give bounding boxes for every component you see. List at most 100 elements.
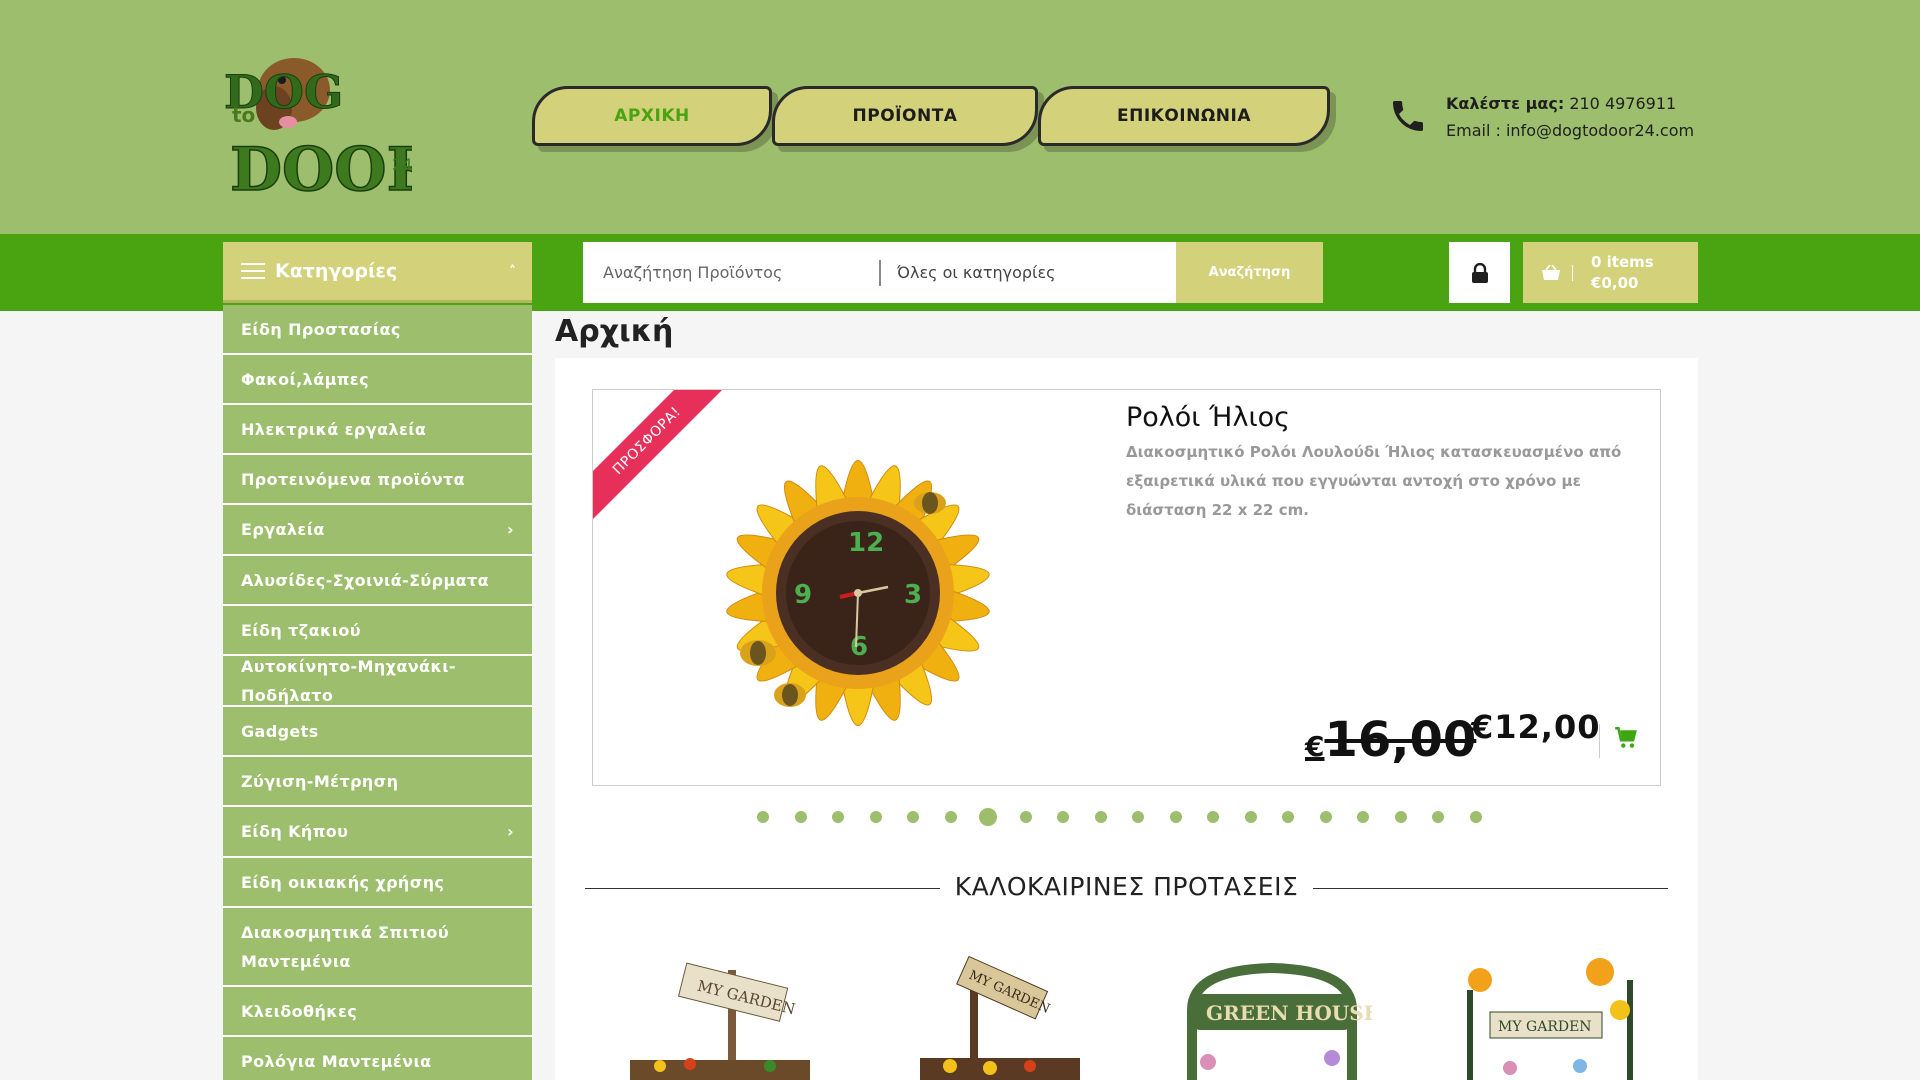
sidebar-item-label: Είδη Κήπου [241,822,349,841]
slider-dot[interactable] [1057,811,1069,823]
sidebar-item-gadgets[interactable]: Gadgets [223,707,532,757]
phone-icon [1393,101,1423,131]
sidebar-item-power-tools[interactable]: Ηλεκτρικά εργαλεία [223,405,532,455]
slider-dot[interactable] [1169,811,1182,823]
basket-icon [1542,264,1560,280]
slider-dot[interactable] [757,811,769,823]
slider-dot[interactable] [794,811,807,823]
sidebar-item-featured[interactable]: Προτεινόμενα προϊόντα [223,455,532,505]
site-logo[interactable]: DOG to DOOR 24 [222,30,412,205]
chevron-right-icon: › [507,520,514,539]
old-price-currency: € [1305,730,1325,763]
svg-text:to: to [232,103,255,127]
section-heading: ΚΑΛΟΚΑΙΡΙΝΕΣ ΠΡΟΤΑΣΕΙΣ [585,872,1668,908]
slider-dot[interactable] [907,811,919,823]
slider-dot[interactable] [979,808,997,826]
account-button[interactable] [1449,242,1510,303]
sidebar-item-label: Ζύγιση-Μέτρηση [241,771,399,791]
categories-toggle[interactable]: Κατηγορίες ˄ [223,242,532,303]
sidebar-item-protection[interactable]: Είδη Προστασίας [223,305,532,355]
sidebar-item-household[interactable]: Είδη οικιακής χρήσης [223,858,532,908]
svg-text:9: 9 [794,580,812,610]
slider-dot[interactable] [944,811,957,823]
slider-dot[interactable] [1469,811,1482,823]
category-sidebar: Είδη Προστασίας Φακοί,λάμπες Ηλεκτρικά ε… [223,305,532,1080]
slider-dot[interactable] [1019,811,1032,823]
sidebar-item-label: Κλειδοθήκες [241,1001,358,1021]
phone-label: Καλέστε μας: [1446,94,1565,113]
phone-number[interactable]: 210 4976911 [1569,94,1676,113]
search-button[interactable]: Αναζήτηση [1176,242,1323,303]
search-input[interactable] [583,242,879,303]
featured-slide[interactable]: ΠΡΟΣΦΟΡΑ! 12 3 6 9 Ρολόι Ήλιος Διακοσμητ… [592,389,1661,786]
product-title[interactable]: Ρολόι Ήλιος [1126,402,1290,433]
slider-dot[interactable] [869,811,882,823]
cart-total: €0,00 [1591,274,1639,292]
sunflower-clock-image: 12 3 6 9 [726,460,990,726]
svg-text:12: 12 [848,528,884,558]
search-bar: Όλες οι κατηγορίες Αναζήτηση [583,242,1323,303]
search-divider [879,260,881,286]
add-to-cart-icon[interactable] [1613,725,1639,751]
slider-dot[interactable] [1432,811,1444,823]
menu-icon [241,263,265,279]
section-title-text: ΚΑΛΟΚΑΙΡΙΝΕΣ ΠΡΟΤΑΣΕΙΣ [940,872,1313,901]
old-price: €16,00 [1305,712,1476,768]
chevron-right-icon: › [507,822,514,841]
slider-dot[interactable] [1207,811,1219,823]
sidebar-item-garden[interactable]: Είδη Κήπου › [223,807,532,858]
chevron-up-icon: ˄ [509,264,516,280]
product-thumbnail[interactable]: MY GARDEN [900,950,1100,1080]
product-thumbnail[interactable]: MY GARDEN [1450,950,1650,1080]
sidebar-item-chains[interactable]: Αλυσίδες-Σχοινιά-Σύρματα [223,556,532,606]
slider-dot[interactable] [1394,811,1407,823]
sidebar-item-home-decor[interactable]: Διακοσμητικά Σπιτιού Μαντεμένια [223,908,532,987]
sidebar-item-label: Είδη τζακιού [241,620,361,640]
slider-dot[interactable] [1244,811,1257,823]
sidebar-item-label: Είδη Προστασίας [241,319,401,339]
product-thumbnail[interactable]: MY GARDEN [620,950,820,1080]
email-link[interactable]: info@dogtodoor24.com [1506,121,1694,140]
sidebar-item-label: Ηλεκτρικά εργαλεία [241,419,427,439]
slider-dot[interactable] [1357,811,1369,823]
sidebar-item-tools[interactable]: Εργαλεία › [223,505,532,556]
cart-items-count: 0 items [1591,253,1654,271]
slider-dot[interactable] [1282,811,1294,823]
svg-text:24: 24 [392,155,412,174]
sidebar-item-flashlights[interactable]: Φακοί,λάμπες [223,355,532,405]
sidebar-item-label: Αλυσίδες-Σχοινιά-Σύρματα [241,570,490,590]
categories-label: Κατηγορίες [275,260,398,282]
slider-dot[interactable] [1094,811,1107,823]
slider-dot[interactable] [1319,811,1332,823]
nav-products[interactable]: ΠΡΟΪΟΝΤΑ [772,86,1038,146]
sidebar-item-key-holders[interactable]: Κλειδοθήκες [223,987,532,1037]
sidebar-item-weighing[interactable]: Ζύγιση-Μέτρηση [223,757,532,807]
slider-dot[interactable] [832,811,844,823]
sidebar-item-vehicles[interactable]: Αυτοκίνητο-Μηχανάκι-Ποδήλατο [223,656,532,707]
page-title: Αρχική [555,314,674,349]
svg-text:6: 6 [850,632,868,662]
sidebar-item-label: Προτεινόμενα προϊόντα [241,469,466,489]
sidebar-item-clocks[interactable]: Ρολόγια Μαντεμένια [223,1037,532,1080]
cart-button[interactable]: 0 items €0,00 [1523,242,1698,303]
nav-contact[interactable]: ΕΠΙΚΟΙΝΩΝΙΑ [1038,86,1330,146]
old-price-value: 16,00 [1324,712,1477,768]
sidebar-item-label: Είδη οικιακής χρήσης [241,872,445,892]
sidebar-item-label: Εργαλεία [241,520,325,539]
sign-text: GREEN HOUSE [1206,1001,1372,1025]
product-thumbnail[interactable]: GREEN HOUSE [1172,950,1372,1080]
sidebar-item-label: Ρολόγια Μαντεμένια [241,1051,432,1071]
sidebar-item-label: Διακοσμητικά Σπιτιού Μαντεμένια [241,922,450,971]
slider-dot[interactable] [1132,811,1144,823]
sign-text: MY GARDEN [1498,1019,1592,1035]
sidebar-item-label: Φακοί,λάμπες [241,369,370,389]
nav-home[interactable]: ΑΡΧΙΚΗ [532,86,772,146]
email-label: Email : [1446,121,1501,140]
sidebar-item-label: Gadgets [241,721,319,741]
search-category-select[interactable]: Όλες οι κατηγορίες [897,242,1056,303]
svg-text:DOOR: DOOR [230,135,412,205]
price-divider [1599,724,1600,758]
lock-icon [1471,262,1488,283]
cart-divider [1572,265,1573,281]
sidebar-item-fireplace[interactable]: Είδη τζακιού [223,606,532,656]
